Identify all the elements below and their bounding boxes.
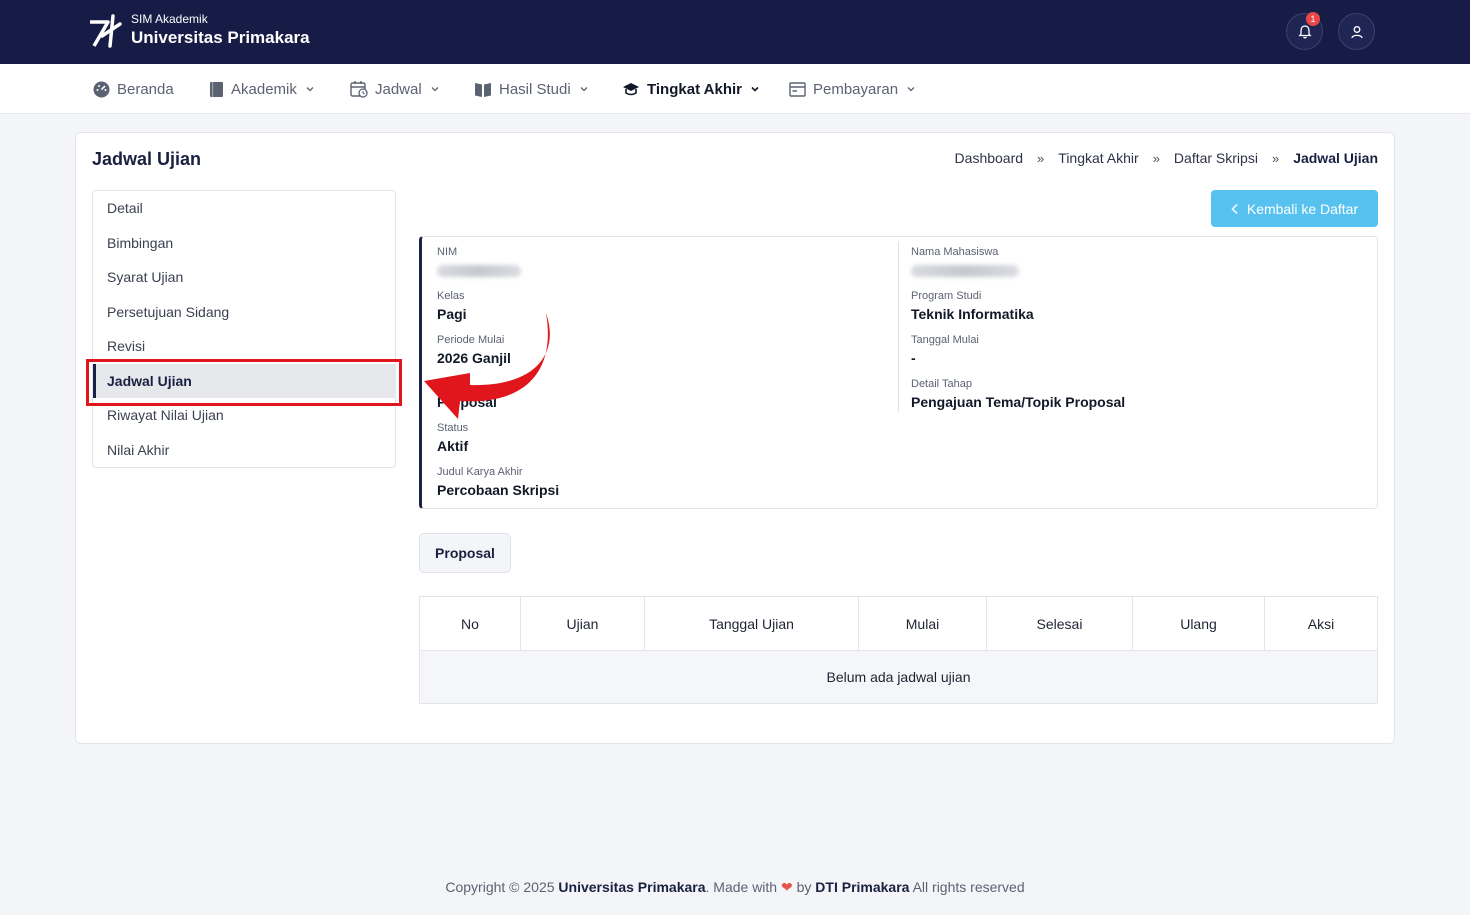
breadcrumb-separator: » — [1037, 150, 1045, 166]
footer-team-link[interactable]: DTI Primakara — [815, 879, 909, 895]
judul-label: Judul Karya Akhir — [437, 466, 523, 478]
nim-value-redacted — [437, 265, 521, 277]
table-header-no: No — [420, 597, 521, 650]
footer: Copyright © 2025 Universitas Primakara. … — [0, 879, 1470, 896]
detail-tahap-value: Pengajuan Tema/Topik Proposal — [911, 394, 1126, 410]
nav-tingkat-akhir[interactable]: Tingkat Akhir — [622, 79, 761, 99]
table-header-ujian: Ujian — [521, 597, 645, 650]
chevron-left-icon — [1231, 203, 1238, 214]
breadcrumb-dashboard[interactable]: Dashboard — [955, 150, 1024, 166]
chevron-down-icon — [306, 87, 314, 92]
nav-label: Hasil Studi — [499, 80, 571, 98]
calendar-icon — [350, 81, 368, 98]
user-icon — [1350, 25, 1363, 38]
chevron-down-icon — [751, 86, 759, 92]
nav-label: Beranda — [117, 80, 174, 98]
kelas-label: Kelas — [437, 290, 465, 302]
status-label: Status — [437, 422, 469, 434]
book-icon — [210, 81, 223, 97]
nav-akademik[interactable]: Akademik — [209, 79, 316, 99]
footer-by: by — [792, 879, 816, 895]
back-to-list-button[interactable]: Kembali ke Daftar — [1211, 190, 1378, 227]
nav-label: Pembayaran — [813, 80, 899, 98]
tanggal-mulai-value: - — [911, 350, 916, 366]
breadcrumb: Dashboard » Tingkat Akhir » Daftar Skrip… — [955, 150, 1378, 166]
dashboard-icon — [93, 81, 110, 97]
breadcrumb-separator: » — [1152, 150, 1160, 166]
nav-label: Jadwal — [375, 80, 422, 98]
nav-jadwal[interactable]: Jadwal — [350, 79, 441, 99]
prodi-label: Program Studi — [911, 290, 982, 302]
notification-badge: 1 — [1306, 12, 1320, 26]
table-header-selesai: Selesai — [987, 597, 1133, 650]
chevron-down-icon — [431, 87, 439, 92]
breadcrumb-daftar-skripsi[interactable]: Daftar Skripsi — [1174, 150, 1258, 166]
red-arrow-annotation — [424, 313, 550, 419]
table-header-aksi: Aksi — [1307, 615, 1335, 632]
side-item-syarat-ujian[interactable]: Syarat Ujian — [93, 260, 395, 294]
tab-proposal[interactable]: Proposal — [419, 533, 511, 573]
highlight-box — [86, 359, 402, 406]
detail-tahap-label: Detail Tahap — [911, 378, 972, 390]
side-item-detail[interactable]: Detail — [93, 191, 395, 225]
heart-icon: ❤ — [780, 879, 793, 895]
page-title: Jadwal Ujian — [92, 149, 202, 169]
back-button-label: Kembali ke Daftar — [1246, 200, 1359, 217]
side-item-persetujuan-sidang[interactable]: Persetujuan Sidang — [93, 295, 395, 329]
graduation-cap-icon — [623, 83, 639, 96]
column-divider — [898, 242, 899, 412]
side-item-nilai-akhir[interactable]: Nilai Akhir — [93, 433, 395, 467]
table-header-tanggal-ujian: Tanggal Ujian — [645, 597, 859, 650]
side-item-revisi[interactable]: Revisi — [93, 329, 395, 363]
chevron-down-icon — [907, 87, 915, 92]
table-header-mulai: Mulai — [859, 597, 987, 650]
side-item-bimbingan[interactable]: Bimbingan — [93, 226, 395, 260]
payment-icon — [789, 81, 806, 97]
exam-schedule-table: No Ujian Tanggal Ujian Mulai Selesai Ula… — [419, 596, 1378, 704]
table-header-ulang: Ulang — [1133, 597, 1265, 650]
prodi-value: Teknik Informatika — [911, 306, 1034, 322]
footer-rights: All rights reserved — [909, 879, 1025, 895]
breadcrumb-separator: » — [1271, 150, 1280, 166]
bell-icon — [1297, 24, 1312, 38]
nav-hasil-studi[interactable]: Hasil Studi — [474, 79, 590, 99]
table-empty-message: Belum ada jadwal ujian — [420, 650, 1377, 703]
breadcrumb-tingkat-akhir[interactable]: Tingkat Akhir — [1058, 150, 1138, 166]
nim-label: NIM — [437, 246, 458, 258]
university-logo[interactable] — [86, 12, 124, 50]
nama-label: Nama Mahasiswa — [911, 246, 999, 258]
nama-value-redacted — [911, 265, 1019, 277]
brand-title: Universitas Primakara — [131, 28, 310, 47]
side-menu: Detail Bimbingan Syarat Ujian Persetujua… — [92, 190, 396, 468]
nav-beranda[interactable]: Beranda — [93, 79, 174, 99]
brand-subtitle: SIM Akademik — [131, 12, 208, 26]
footer-org-link[interactable]: Universitas Primakara — [558, 879, 705, 895]
open-book-icon — [475, 82, 491, 97]
footer-made-with: . Made with — [705, 879, 781, 895]
user-menu-button[interactable] — [1338, 13, 1375, 50]
nav-label: Akademik — [231, 80, 297, 98]
nav-label: Tingkat Akhir — [647, 80, 743, 98]
chevron-down-icon — [580, 87, 588, 92]
nav-pembayaran[interactable]: Pembayaran — [789, 79, 917, 99]
footer-copyright: Copyright © 2025 — [445, 879, 559, 895]
status-value: Aktif — [437, 438, 469, 454]
tanggal-mulai-label: Tanggal Mulai — [911, 334, 979, 346]
breadcrumb-current: Jadwal Ujian — [1293, 150, 1378, 166]
judul-value: Percobaan Skripsi — [437, 482, 560, 498]
